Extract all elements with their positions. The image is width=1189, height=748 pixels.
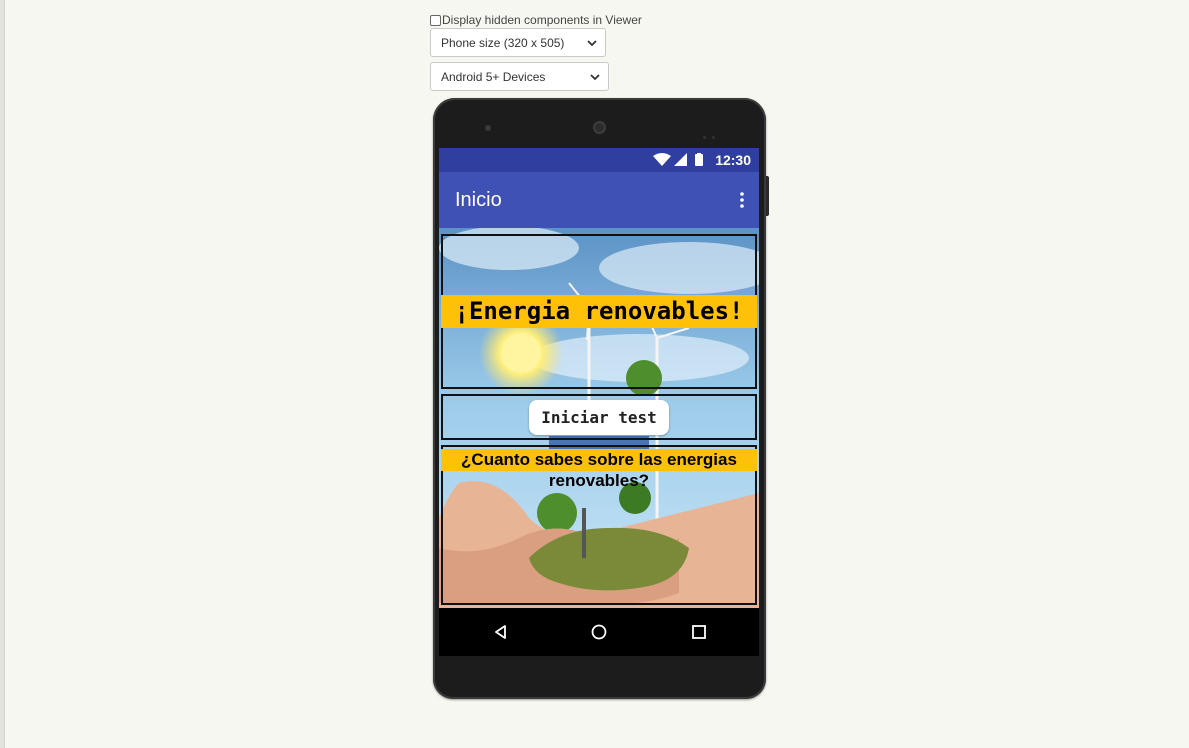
status-time: 12:30 [715, 152, 751, 168]
app-title: Inicio [455, 189, 502, 211]
app-bar: Inicio [439, 172, 759, 228]
screen-content: ¡Energia renovables! Iniciar test ¿Cuant… [439, 228, 759, 608]
start-test-button[interactable]: Iniciar test [529, 400, 669, 435]
battery-icon [695, 154, 703, 166]
recents-icon[interactable] [690, 623, 708, 641]
phone-side-button [766, 176, 769, 216]
hidden-components-toggle[interactable]: Display hidden components in Viewer [430, 12, 642, 28]
status-icons [653, 153, 703, 166]
home-icon[interactable] [590, 623, 608, 641]
device-theme-select[interactable]: Android 5+ Devices [430, 62, 609, 91]
viewer-controls: Display hidden components in Viewer [430, 12, 642, 28]
chevron-down-icon [587, 40, 597, 47]
title-banner: ¡Energia renovables! [441, 295, 757, 328]
screen-size-select[interactable]: Phone size (320 x 505) [430, 28, 606, 57]
earpiece-speaker [593, 121, 606, 134]
hidden-components-checkbox[interactable] [430, 14, 441, 26]
phone-screen: 12:30 Inicio ¡Energia renovables! Inicia… [439, 148, 759, 656]
navigation-bar [439, 608, 759, 656]
wifi-icon [653, 153, 671, 166]
screen-size-value: Phone size (320 x 505) [441, 35, 565, 50]
phone-frame: 12:30 Inicio ¡Energia renovables! Inicia… [433, 98, 769, 699]
device-theme-value: Android 5+ Devices [441, 69, 546, 84]
question-banner: ¿Cuanto sabes sobre las energias renovab… [441, 449, 757, 490]
back-icon[interactable] [492, 623, 510, 641]
left-panel-divider [0, 0, 5, 748]
hidden-components-label: Display hidden components in Viewer [442, 13, 642, 27]
front-camera [485, 125, 491, 131]
overflow-menu-icon[interactable] [739, 191, 745, 209]
proximity-sensors [703, 126, 721, 144]
chevron-down-icon [590, 74, 600, 81]
status-bar: 12:30 [439, 148, 759, 172]
signal-icon [674, 153, 687, 166]
